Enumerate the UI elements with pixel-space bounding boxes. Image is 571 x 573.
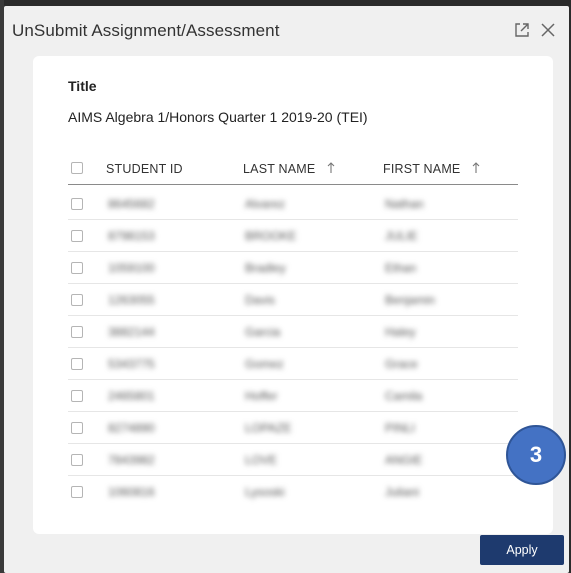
sort-up-icon[interactable] — [472, 162, 480, 174]
table-row[interactable]: 8274890 LOPAZE PINLI — [68, 411, 518, 444]
first-name-cell: ANGIE — [385, 453, 423, 467]
last-name-cell: Gomez — [245, 357, 284, 371]
popout-icon[interactable] — [512, 20, 532, 40]
student-id-cell: 2465801 — [108, 389, 155, 403]
assignment-name: AIMS Algebra 1/Honors Quarter 1 2019-20 … — [68, 109, 368, 125]
step-number: 3 — [529, 442, 543, 467]
last-name-cell: Alvarez — [245, 197, 286, 211]
content-card: Title AIMS Algebra 1/Honors Quarter 1 20… — [33, 56, 553, 534]
row-checkbox[interactable] — [71, 486, 83, 498]
first-name-cell: Ethan — [385, 261, 417, 275]
student-id-cell: 7843982 — [108, 453, 155, 467]
first-name-cell: JULIE — [385, 229, 418, 243]
last-name-cell: Lysoski — [245, 485, 285, 499]
column-student-id[interactable]: STUDENT ID — [106, 162, 183, 176]
apply-button[interactable]: Apply — [480, 535, 564, 565]
column-first-name[interactable]: FIRST NAME — [383, 162, 480, 176]
table-row[interactable]: 2465801 Hoffer Camila — [68, 379, 518, 412]
first-name-cell: PINLI — [385, 421, 416, 435]
column-label: STUDENT ID — [106, 162, 183, 176]
first-name-cell: Benjamin — [385, 293, 436, 307]
column-label: FIRST NAME — [383, 162, 461, 176]
table-header: STUDENT ID LAST NAME FIRST NAME — [68, 154, 518, 185]
table-row[interactable]: 5343775 Gomez Grace — [68, 347, 518, 380]
row-checkbox[interactable] — [71, 198, 83, 210]
last-name-cell: LOPAZE — [245, 421, 292, 435]
table-row[interactable]: 8645682 Alvarez Nathan — [68, 187, 518, 220]
first-name-cell: Grace — [385, 357, 418, 371]
first-name-cell: Haley — [385, 325, 416, 339]
student-id-cell: 5343775 — [108, 357, 155, 371]
student-id-cell: 1059100 — [108, 261, 155, 275]
column-label: LAST NAME — [243, 162, 316, 176]
table-row[interactable]: 1060816 Lysoski Juliani — [68, 475, 518, 507]
student-id-cell: 1263055 — [108, 293, 155, 307]
last-name-cell: BROOKE — [245, 229, 297, 243]
dialog-header: UnSubmit Assignment/Assessment — [4, 6, 569, 54]
first-name-cell: Camila — [385, 389, 423, 403]
row-checkbox[interactable] — [71, 390, 83, 402]
close-icon[interactable] — [538, 20, 558, 40]
student-id-cell: 3882144 — [108, 325, 155, 339]
row-checkbox[interactable] — [71, 422, 83, 434]
sort-up-icon[interactable] — [327, 162, 335, 174]
table-row[interactable]: 3882144 Garcia Haley — [68, 315, 518, 348]
student-id-cell: 8798153 — [108, 229, 155, 243]
table-row[interactable]: 1263055 Davis Benjamin — [68, 283, 518, 316]
first-name-cell: Juliani — [385, 485, 420, 499]
row-checkbox[interactable] — [71, 358, 83, 370]
select-all-checkbox[interactable] — [71, 162, 83, 174]
step-number-badge: 3 — [506, 425, 566, 485]
dialog-title: UnSubmit Assignment/Assessment — [12, 21, 280, 40]
first-name-cell: Nathan — [385, 197, 424, 211]
row-checkbox[interactable] — [71, 326, 83, 338]
table-row[interactable]: 1059100 Bradley Ethan — [68, 251, 518, 284]
last-name-cell: LOVE — [245, 453, 278, 467]
title-label: Title — [68, 78, 97, 94]
unsubmit-dialog: UnSubmit Assignment/Assessment Title AIM… — [4, 6, 569, 573]
column-last-name[interactable]: LAST NAME — [243, 162, 335, 176]
last-name-cell: Hoffer — [245, 389, 278, 403]
row-checkbox[interactable] — [71, 262, 83, 274]
last-name-cell: Bradley — [245, 261, 286, 275]
last-name-cell: Davis — [245, 293, 276, 307]
table-row[interactable]: 7843982 LOVE ANGIE — [68, 443, 518, 476]
student-id-cell: 8645682 — [108, 197, 155, 211]
row-checkbox[interactable] — [71, 294, 83, 306]
last-name-cell: Garcia — [245, 325, 281, 339]
row-checkbox[interactable] — [71, 230, 83, 242]
student-id-cell: 1060816 — [108, 485, 155, 499]
student-id-cell: 8274890 — [108, 421, 155, 435]
table-row[interactable]: 8798153 BROOKE JULIE — [68, 219, 518, 252]
row-checkbox[interactable] — [71, 454, 83, 466]
